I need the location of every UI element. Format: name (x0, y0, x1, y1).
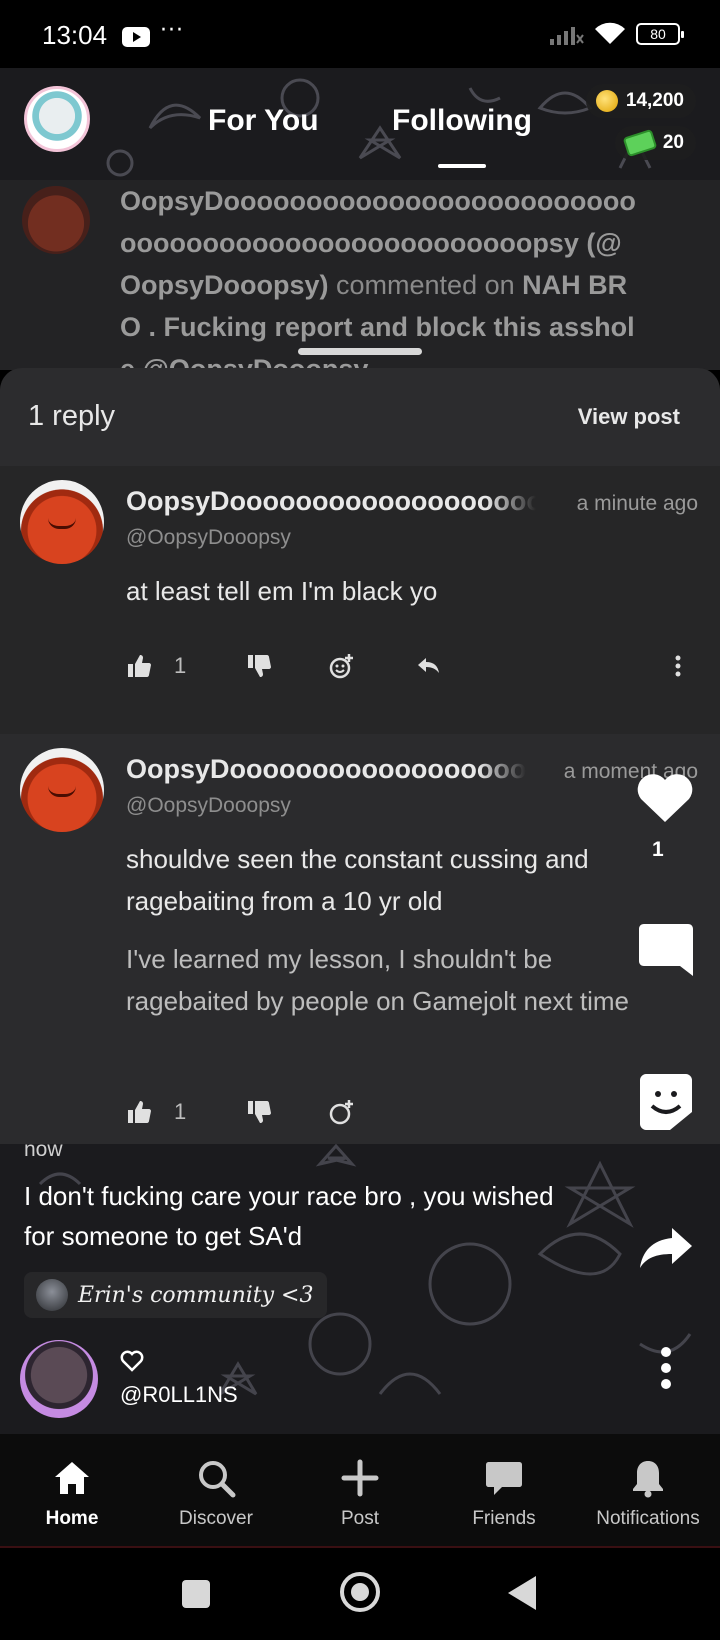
search-icon (199, 1461, 236, 1498)
nav-label: Discover (179, 1508, 253, 1529)
status-overflow: ··· (160, 18, 184, 43)
cash-icon (622, 128, 658, 158)
coin-icon (595, 90, 618, 112)
status-icons: 80 (550, 22, 684, 46)
poster-avatar[interactable] (20, 1340, 98, 1418)
chat-icon (486, 1462, 522, 1495)
status-bar: 13:04 ··· 80 (0, 0, 720, 68)
back-button[interactable] (508, 1576, 536, 1610)
thumbs-up-icon (128, 1101, 151, 1123)
avatar (22, 186, 90, 254)
nav-label: Home (45, 1508, 99, 1529)
sheet-drag-handle[interactable] (298, 348, 422, 355)
comments-button[interactable] (638, 922, 694, 978)
coins-balance[interactable]: 14,200 (585, 84, 696, 118)
comment-author-name[interactable]: OopsyDoooooooooooooooooooo (126, 754, 526, 785)
sticker-button[interactable] (638, 1072, 694, 1132)
community-name: Erin's community <3 (78, 1282, 314, 1308)
comment-author-handle[interactable]: @OopsyDooopsy (126, 526, 291, 550)
tab-following[interactable]: Following (392, 104, 532, 138)
bottom-nav: Home Discover Post Friends Notifications (0, 1434, 720, 1548)
like-post-button[interactable] (636, 772, 694, 824)
reply-button[interactable] (416, 646, 442, 686)
system-nav (0, 1548, 720, 1640)
tab-for-you[interactable]: For You (208, 104, 319, 138)
like-button[interactable]: 1 (126, 1092, 186, 1132)
comment-more-button[interactable] (674, 646, 682, 686)
coins-count: 14,200 (625, 90, 684, 111)
share-icon[interactable] (638, 1226, 694, 1270)
background-notification: OopsyDoooooooooooooooooooooooooooooooooo… (0, 180, 720, 370)
reply-icon (418, 658, 439, 673)
comment-actions: 1 (126, 646, 696, 686)
bell-icon (633, 1461, 663, 1498)
react-button[interactable] (328, 646, 354, 686)
post-time: now (24, 1144, 63, 1161)
active-tab-indicator (438, 164, 486, 168)
nav-friends[interactable]: Friends (432, 1434, 576, 1548)
community-tag[interactable]: Erin's community <3 (24, 1272, 328, 1318)
comment: OopsyDoooooooooooooooooooo a minute ago … (0, 466, 720, 722)
nav-notifications[interactable]: Notifications (576, 1434, 720, 1548)
avatar[interactable] (20, 480, 104, 564)
comment-actions: 1 (126, 1092, 696, 1132)
heart-outline-icon (120, 1350, 144, 1372)
replies-sheet: 1 reply View post OopsyDoooooooooooooooo… (0, 368, 720, 1144)
nav-label: Friends (472, 1508, 536, 1529)
thumbs-down-icon (248, 655, 271, 677)
dislike-button[interactable] (246, 1092, 272, 1132)
notification-text: OopsyDoooooooooooooooooooooooooooooooooo… (120, 186, 636, 370)
post-info: now I don't fucking care your race bro ,… (0, 1144, 720, 1434)
like-count: 1 (174, 1099, 187, 1124)
plus-icon (341, 1459, 379, 1497)
wifi-icon (595, 22, 625, 44)
youtube-icon (122, 27, 150, 47)
status-time: 13:04 (42, 20, 108, 50)
more-vertical-icon (675, 655, 681, 677)
comment-body-continued: I've learned my lesson, I shouldn't be r… (126, 944, 629, 1016)
sheet-header: 1 reply View post (0, 368, 720, 466)
home-icon (55, 1462, 89, 1494)
comment-time: a minute ago (576, 492, 698, 515)
like-count: 1 (174, 653, 187, 678)
battery-icon: 80 (636, 23, 684, 45)
home-button[interactable] (340, 1572, 380, 1612)
nav-home[interactable]: Home (0, 1434, 144, 1548)
cash-balance[interactable]: 20 (614, 126, 696, 160)
nav-discover[interactable]: Discover (144, 1434, 288, 1548)
avatar[interactable] (20, 748, 104, 832)
comment-body: at least tell em I'm black yo (126, 576, 438, 606)
nav-label: Post (340, 1508, 380, 1529)
more-options-icon[interactable] (656, 1344, 676, 1392)
nav-label: Notifications (596, 1508, 700, 1529)
add-reaction-icon (329, 654, 353, 679)
comment-author-name[interactable]: OopsyDoooooooooooooooooooo (126, 486, 536, 517)
react-button[interactable] (328, 1092, 354, 1132)
post-like-count: 1 (652, 838, 664, 861)
like-button[interactable]: 1 (126, 646, 186, 686)
comment-body: shouldve seen the constant cussing and r… (126, 844, 589, 916)
view-post-button[interactable]: View post (578, 404, 680, 430)
top-nav: For You Following 14,200 20 (0, 68, 720, 180)
thumbs-down-icon (248, 1101, 271, 1123)
add-reaction-icon (329, 1100, 353, 1125)
reply-count: 1 reply (28, 400, 116, 432)
comment: OopsyDoooooooooooooooooooo a moment ago … (0, 734, 720, 1144)
post-caption: I don't fucking care your race bro , you… (24, 1181, 554, 1251)
poster-handle[interactable]: @R0LL1NS (120, 1382, 238, 1408)
dislike-button[interactable] (246, 646, 272, 686)
community-avatar (36, 1279, 68, 1311)
signal-icon (550, 27, 584, 45)
thumbs-up-icon (128, 655, 151, 677)
cash-count: 20 (662, 132, 684, 153)
nav-post[interactable]: Post (288, 1434, 432, 1548)
user-avatar[interactable] (24, 86, 90, 152)
comment-author-handle[interactable]: @OopsyDooopsy (126, 794, 291, 818)
recents-button[interactable] (182, 1580, 210, 1608)
